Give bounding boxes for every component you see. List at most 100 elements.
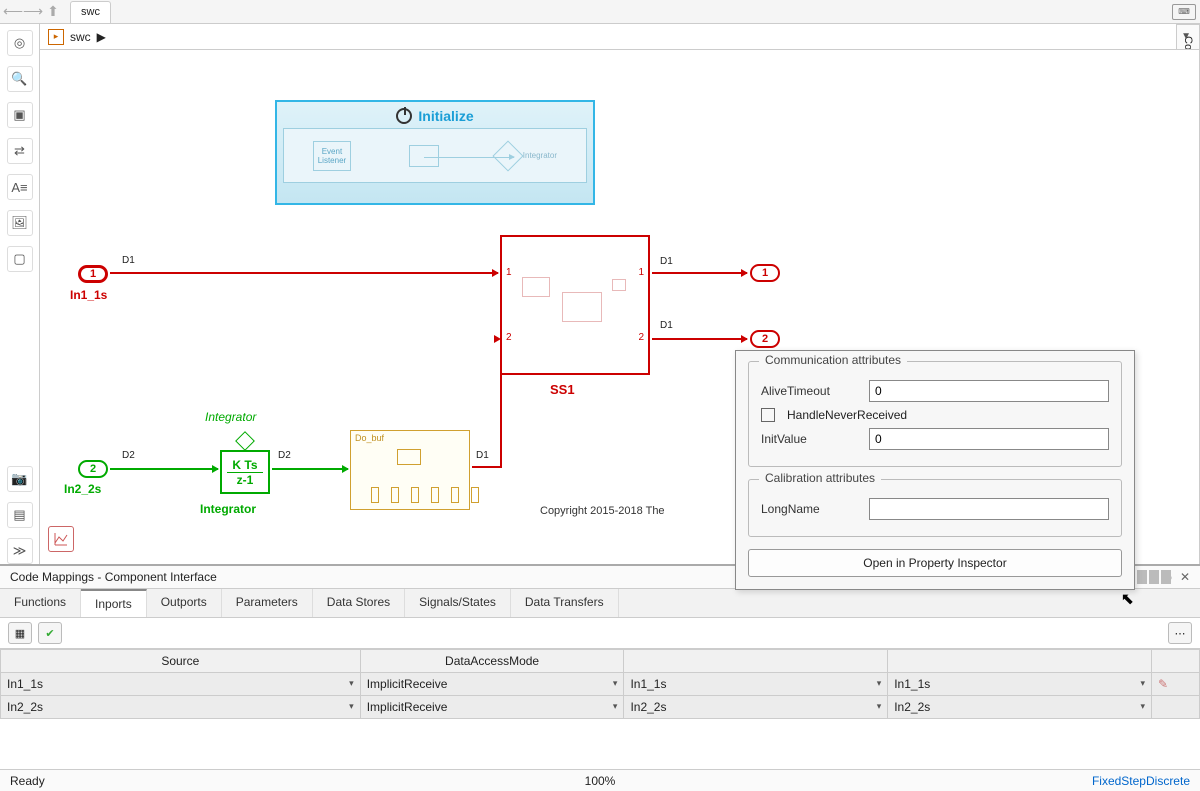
- status-solver[interactable]: FixedStepDiscrete: [1092, 774, 1190, 788]
- dropdown-icon[interactable]: ▾: [613, 701, 618, 712]
- initialize-diamond-icon: [492, 140, 523, 171]
- cell-src: In1_1s: [7, 677, 43, 691]
- edit-row-icon[interactable]: ✎: [1151, 673, 1199, 696]
- tab-outports[interactable]: Outports: [147, 589, 222, 617]
- init-value-label: InitValue: [761, 432, 861, 446]
- breadcrumb-dropdown-icon[interactable]: ▼: [1181, 31, 1191, 42]
- nav-up-icon[interactable]: ⬆: [44, 3, 62, 21]
- wire-in2-integ: [110, 468, 218, 470]
- cm-config-icon[interactable]: ▦: [8, 622, 32, 644]
- initialize-mid-block: [409, 145, 439, 167]
- inport-1[interactable]: 1: [78, 265, 108, 283]
- ss1-pin-in2: 2: [506, 332, 512, 343]
- attributes-popup: Communication attributes AliveTimeout Ha…: [735, 350, 1135, 590]
- ss1-pin-in1: 1: [506, 267, 512, 278]
- ss1-pin-out2: 2: [638, 332, 644, 343]
- initialize-block[interactable]: Initialize Event Listener Integrator: [275, 100, 595, 205]
- sig-dobuf-out: D1: [476, 450, 489, 461]
- initialize-integrator-label: Integrator: [523, 151, 557, 160]
- tab-parameters[interactable]: Parameters: [222, 589, 313, 617]
- wire-ss1-out2: [652, 338, 747, 340]
- cm-check-icon[interactable]: ✔: [38, 622, 62, 644]
- subsystem-ss1[interactable]: 1 2 1 2: [500, 235, 650, 375]
- inport-2[interactable]: 2: [78, 460, 108, 478]
- table-row[interactable]: In1_1s▾ ImplicitReceive▾ In1_1s▾ In1_1s▾…: [1, 673, 1200, 696]
- nav-back-icon[interactable]: ⟵: [4, 3, 22, 21]
- dropdown-icon[interactable]: ▾: [877, 678, 882, 689]
- breadcrumb-play-icon[interactable]: ▶: [97, 30, 106, 44]
- power-icon: [396, 108, 412, 124]
- code-mappings-title: Code Mappings - Component Interface: [10, 570, 217, 584]
- event-listener-block: Event Listener: [313, 141, 351, 171]
- inport-1-label: In1_1s: [70, 288, 107, 302]
- tab-inports[interactable]: Inports: [81, 589, 147, 617]
- left-tool-palette: ◎ 🔍 ▣ ⇄ A≡ 🖼 ▢ 📷 ▤ ≫: [0, 24, 40, 564]
- ss1-pin-out1: 1: [638, 267, 644, 278]
- dobuf-label: Do_buf: [351, 431, 469, 445]
- dobuf-block[interactable]: Do_buf: [350, 430, 470, 510]
- model-graph-icon[interactable]: [48, 526, 74, 552]
- image-icon[interactable]: 🖼: [7, 210, 33, 236]
- dropdown-icon[interactable]: ▾: [349, 678, 354, 689]
- outport-2[interactable]: 2: [750, 330, 780, 348]
- dropdown-icon[interactable]: ▾: [349, 701, 354, 712]
- dropdown-icon[interactable]: ▾: [1140, 678, 1145, 689]
- blank-icon[interactable]: ▢: [7, 246, 33, 272]
- target-icon[interactable]: ◎: [7, 30, 33, 56]
- legend-icon[interactable]: ▤: [7, 502, 33, 528]
- fit-icon[interactable]: ▣: [7, 102, 33, 128]
- initialize-inner: Event Listener Integrator: [283, 128, 587, 183]
- wire-in1-ss1: [110, 272, 498, 274]
- open-property-inspector-button[interactable]: Open in Property Inspector: [748, 549, 1122, 577]
- sig-d1-1: D1: [122, 255, 135, 266]
- model-tab[interactable]: swc: [70, 1, 111, 23]
- cell-mode: ImplicitReceive: [367, 677, 448, 691]
- ss1-label: SS1: [550, 382, 575, 397]
- inport-2-label: In2_2s: [64, 482, 101, 496]
- integrator-block[interactable]: K Ts z-1: [220, 450, 270, 494]
- panel-close-icon[interactable]: ✕: [1180, 570, 1190, 584]
- tab-data-transfers[interactable]: Data Transfers: [511, 589, 619, 617]
- outport-1[interactable]: 1: [750, 264, 780, 282]
- open-property-inspector-label: Open in Property Inspector: [863, 556, 1006, 570]
- alive-timeout-input[interactable]: [869, 380, 1109, 402]
- annotate-icon[interactable]: A≡: [7, 174, 33, 200]
- col-4[interactable]: [888, 650, 1152, 673]
- handle-never-received-checkbox[interactable]: [761, 408, 775, 422]
- keyboard-icon[interactable]: ⌨: [1172, 4, 1196, 20]
- breadcrumb-model[interactable]: swc: [70, 30, 91, 44]
- canvas-scroll-icons: [1137, 570, 1171, 584]
- integrator-bottom-label: Integrator: [200, 502, 256, 516]
- longname-label: LongName: [761, 502, 861, 516]
- code-mappings-table: Source DataAccessMode In1_1s ▾ ImplicitRe…: [0, 649, 1200, 719]
- model-tab-label: swc: [81, 6, 100, 18]
- dropdown-icon[interactable]: ▾: [1140, 701, 1145, 712]
- nav-fwd-icon[interactable]: ⟶: [24, 3, 42, 21]
- longname-input[interactable]: [869, 498, 1109, 520]
- integrator-top-label: Integrator: [205, 410, 256, 424]
- cell-c3: In1_1s: [630, 677, 666, 691]
- status-bar: Ready 100% FixedStepDiscrete: [0, 769, 1200, 791]
- swap-icon[interactable]: ⇄: [7, 138, 33, 164]
- dropdown-icon[interactable]: ▾: [877, 701, 882, 712]
- sig-d2-2: D2: [278, 450, 291, 461]
- init-value-input[interactable]: [869, 428, 1109, 450]
- cm-more-icon[interactable]: ⋯: [1168, 622, 1192, 644]
- tab-signals-states[interactable]: Signals/States: [405, 589, 511, 617]
- status-ready: Ready: [10, 774, 45, 788]
- zoom-area-icon[interactable]: 🔍: [7, 66, 33, 92]
- col-dataaccessmode[interactable]: DataAccessMode: [360, 650, 624, 673]
- col-source[interactable]: Source: [1, 650, 361, 673]
- tab-data-stores[interactable]: Data Stores: [313, 589, 405, 617]
- table-row[interactable]: In2_2s▾ ImplicitReceive▾ In2_2s▾ In2_2s▾: [1, 696, 1200, 719]
- tab-functions[interactable]: Functions: [0, 589, 81, 617]
- wire-dobuf-v: [500, 338, 502, 468]
- dropdown-icon[interactable]: ▾: [613, 678, 618, 689]
- ss1-thumb: [522, 267, 628, 343]
- edit-row-icon[interactable]: [1151, 696, 1199, 719]
- col-3[interactable]: [624, 650, 888, 673]
- integrator-diamond-icon: [235, 431, 255, 451]
- model-icon[interactable]: ▸: [48, 29, 64, 45]
- camera-icon[interactable]: 📷: [7, 466, 33, 492]
- expand-icon[interactable]: ≫: [7, 538, 33, 564]
